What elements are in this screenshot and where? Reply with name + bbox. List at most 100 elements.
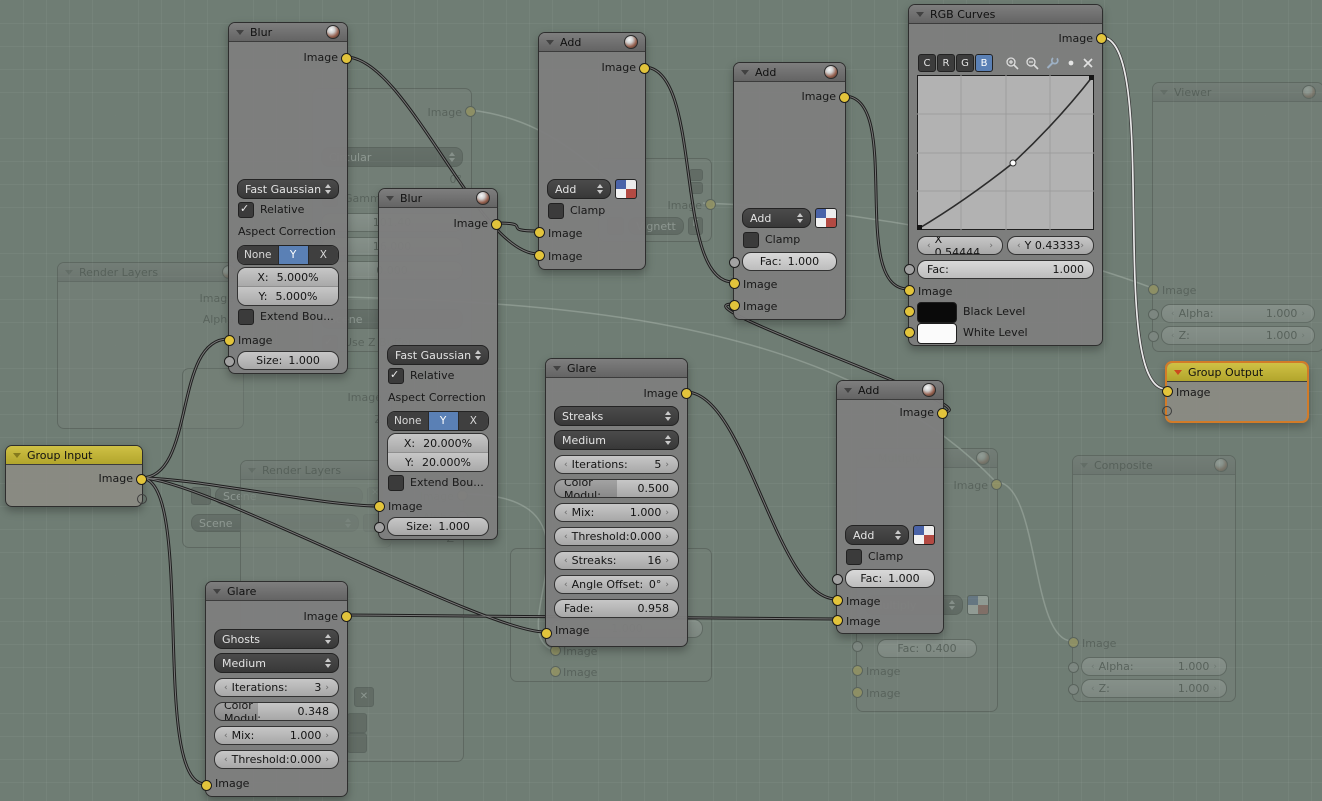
clamp-row[interactable]: Clamp	[743, 231, 800, 248]
collapse-arrow-icon[interactable]	[213, 588, 221, 594]
curve-endpoint[interactable]	[917, 225, 922, 230]
black-level-swatch[interactable]	[917, 302, 957, 323]
clamp-checkbox[interactable]	[743, 231, 759, 248]
node-header[interactable]: Blur	[229, 23, 347, 42]
collapse-arrow-icon[interactable]	[386, 195, 394, 201]
socket-image-output[interactable]	[681, 388, 692, 399]
socket-black-level-input[interactable]	[904, 306, 915, 317]
channel-r-button[interactable]: R	[937, 54, 955, 72]
aspect-correction-toggle[interactable]: None Y X	[387, 411, 489, 431]
socket-image-output[interactable]	[639, 63, 650, 74]
size-field[interactable]: Size: 1.000	[387, 517, 489, 536]
fac-field[interactable]: Fac: 1.000	[845, 569, 935, 588]
relative-checkbox[interactable]	[238, 201, 254, 218]
aspect-y-button[interactable]: Y	[278, 246, 309, 264]
node-header[interactable]: Add	[837, 381, 943, 400]
fade-field[interactable]: Fade: 0.958	[554, 599, 679, 618]
blur-size-fields[interactable]: X: 20.000% Y: 20.000%	[387, 433, 489, 472]
iterations-field[interactable]: ‹ Iterations: 3 ›	[214, 678, 339, 697]
size-field[interactable]: Size: 1.000	[237, 351, 339, 370]
collapse-arrow-icon[interactable]	[236, 29, 244, 35]
streaks-field[interactable]: ‹ Streaks: 16 ›	[554, 551, 679, 570]
blend-mode-dropdown[interactable]: Add	[547, 179, 611, 199]
socket-image-input[interactable]	[541, 628, 552, 639]
zoom-in-icon[interactable]	[1005, 56, 1019, 71]
socket-image-output[interactable]	[1096, 33, 1107, 44]
node-glare-streaks[interactable]: Glare Image Streaks Medium ‹ Iterations: 5…	[541, 358, 692, 647]
fac-field[interactable]: Fac: 1.000	[742, 252, 837, 271]
extend-bounds-checkbox[interactable]	[388, 474, 404, 491]
fac-field[interactable]: Fac: 1.000	[917, 260, 1094, 279]
threshold-field[interactable]: ‹ Threshold: 0.000 ›	[214, 750, 339, 769]
socket-size-input[interactable]	[224, 356, 235, 367]
channel-g-button[interactable]: G	[956, 54, 974, 72]
collapse-arrow-icon[interactable]	[553, 365, 561, 371]
clamp-row[interactable]: Clamp	[846, 548, 903, 565]
aspect-none-button[interactable]: None	[238, 246, 279, 264]
node-editor-canvas[interactable]: Render Layers Image Alpha Z Image Circul…	[0, 0, 1322, 801]
node-header[interactable]: RGB Curves	[909, 5, 1102, 24]
channel-c-button[interactable]: C	[918, 54, 936, 72]
collapse-arrow-icon[interactable]	[741, 69, 749, 75]
node-group-output[interactable]: Group Output Image	[1162, 361, 1309, 423]
clipping-dot-icon[interactable]	[1065, 57, 1076, 69]
socket-image-input[interactable]	[534, 250, 545, 261]
node-header[interactable]: Add	[734, 63, 845, 82]
curve-endpoint[interactable]	[1089, 75, 1094, 80]
angle-offset-field[interactable]: ‹ Angle Offset: 0° ›	[554, 575, 679, 594]
socket-white-level-input[interactable]	[904, 327, 915, 338]
aspect-none-button[interactable]: None	[388, 412, 429, 430]
channel-selector[interactable]: C R G B	[918, 54, 993, 72]
node-group-input[interactable]: Group Input Image	[5, 445, 147, 507]
filter-type-dropdown[interactable]: Fast Gaussian	[387, 345, 489, 365]
aspect-x-button[interactable]: X	[458, 412, 488, 430]
clamp-checkbox[interactable]	[846, 548, 862, 565]
point-x-field[interactable]: ‹ X 0.54444 ›	[917, 236, 1003, 255]
curve-widget[interactable]	[917, 75, 1094, 234]
clamp-row[interactable]: Clamp	[548, 202, 605, 219]
node-header[interactable]: Add	[539, 33, 645, 52]
node-header[interactable]: Glare	[206, 582, 347, 601]
socket-image-output[interactable]	[341, 611, 352, 622]
color-modulation-field[interactable]: Color Modul: 0.348	[214, 702, 339, 721]
blur-size-fields[interactable]: X: 5.000% Y: 5.000%	[237, 267, 339, 306]
x-percent-field[interactable]: X: 5.000%	[238, 268, 338, 287]
socket-fac-input[interactable]	[729, 257, 740, 268]
y-percent-field[interactable]: Y: 20.000%	[388, 453, 488, 471]
use-alpha-toggle[interactable]	[913, 525, 935, 545]
glare-type-dropdown[interactable]: Streaks	[554, 406, 679, 426]
collapse-arrow-icon[interactable]	[546, 39, 554, 45]
y-percent-field[interactable]: Y: 5.000%	[238, 287, 338, 305]
iterations-field[interactable]: ‹ Iterations: 5 ›	[554, 455, 679, 474]
filter-type-dropdown[interactable]: Fast Gaussian	[237, 179, 339, 199]
color-modulation-field[interactable]: Color Modul: 0.500	[554, 479, 679, 498]
quality-dropdown[interactable]: Medium	[214, 653, 339, 673]
point-y-field[interactable]: ‹ Y 0.43333 ›	[1007, 236, 1094, 255]
collapse-arrow-icon[interactable]	[13, 452, 21, 458]
socket-image-output[interactable]	[839, 92, 850, 103]
socket-image-input[interactable]	[201, 780, 212, 791]
node-add-2[interactable]: Add Image Add Clamp Fac: 1.000 Image Ima…	[729, 62, 850, 320]
socket-size-input[interactable]	[374, 522, 385, 533]
socket-image-input[interactable]	[729, 278, 740, 289]
relative-checkbox-row[interactable]: Relative	[238, 201, 304, 218]
socket-fac-input[interactable]	[832, 574, 843, 585]
collapse-arrow-icon[interactable]	[844, 387, 852, 393]
channel-b-button[interactable]: B	[975, 54, 993, 72]
socket-image-input[interactable]	[729, 300, 740, 311]
node-rgb-curves[interactable]: RGB Curves Image C R G B ‹ X 0.54444 › ‹…	[904, 4, 1107, 346]
delete-point-icon[interactable]	[1082, 57, 1093, 69]
node-blur-2[interactable]: Blur Image Fast Gaussian Relative Aspect…	[374, 188, 502, 540]
curve-control-point[interactable]	[1009, 159, 1017, 167]
blend-mode-row[interactable]: Add	[547, 179, 637, 199]
use-alpha-toggle[interactable]	[615, 179, 637, 199]
node-header[interactable]: Group Output	[1167, 363, 1307, 382]
aspect-y-button[interactable]: Y	[428, 412, 459, 430]
collapse-arrow-icon[interactable]	[1174, 369, 1182, 375]
clamp-checkbox[interactable]	[548, 202, 564, 219]
socket-image-input[interactable]	[534, 227, 545, 238]
aspect-x-button[interactable]: X	[308, 246, 338, 264]
socket-fac-input[interactable]	[904, 264, 915, 275]
node-header[interactable]: Group Input	[6, 446, 142, 465]
extend-bounds-row[interactable]: Extend Bou...	[238, 308, 334, 325]
